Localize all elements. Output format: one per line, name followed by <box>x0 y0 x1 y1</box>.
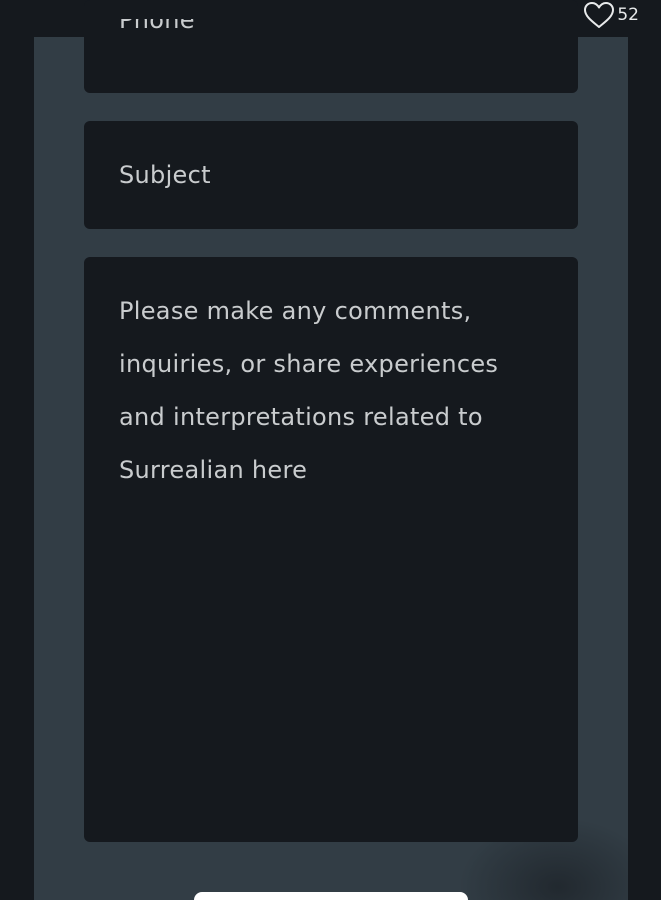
phone-placeholder-text: Phone <box>119 19 195 34</box>
contact-page: Phone Subject Please make any comments, … <box>0 0 661 900</box>
subject-field[interactable]: Subject <box>84 121 578 229</box>
phone-field[interactable]: Phone <box>84 0 578 93</box>
message-placeholder: Please make any comments, inquiries, or … <box>119 297 499 484</box>
subject-placeholder: Subject <box>119 161 211 189</box>
submit-button[interactable] <box>194 892 468 900</box>
heart-outline-icon[interactable] <box>583 1 615 29</box>
like-widget[interactable]: 52 <box>583 0 639 30</box>
like-count: 52 <box>617 5 639 25</box>
phone-placeholder: Phone <box>119 19 195 40</box>
message-textarea[interactable]: Please make any comments, inquiries, or … <box>84 257 578 842</box>
